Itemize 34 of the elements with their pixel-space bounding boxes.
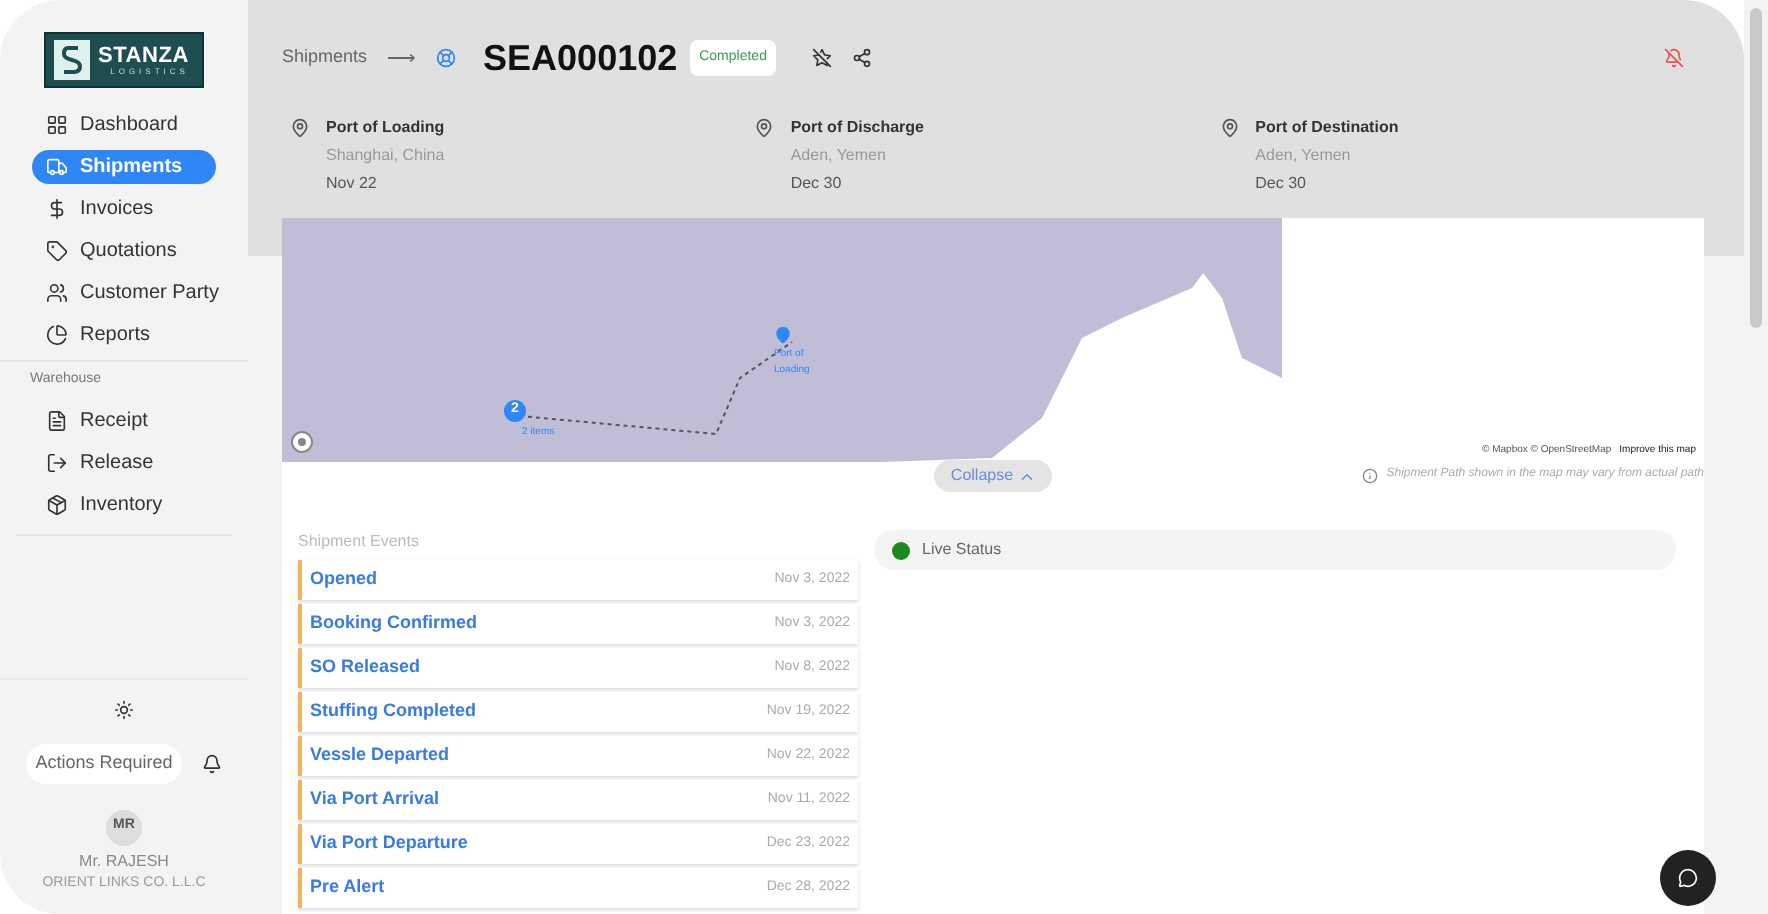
event-name: Vessle Departed — [310, 742, 450, 769]
logo-name: STANZA — [98, 45, 189, 67]
event-name: Stuffing Completed — [310, 698, 476, 725]
port-label: Port of Destination — [1255, 116, 1399, 140]
nav-item[interactable]: Dashboard — [32, 108, 216, 142]
port-place: Aden, Yemen — [1255, 144, 1353, 168]
nav-item[interactable]: Quotations — [32, 234, 216, 268]
breadcrumb-arrow: ⟶ — [387, 45, 416, 73]
port-place: Shanghai, China — [326, 144, 445, 168]
event-name: Opened — [310, 566, 378, 593]
nav-item[interactable]: Customer Party — [32, 276, 216, 310]
port-label: Port of Discharge — [790, 116, 925, 140]
event-name: Pre Alert — [310, 874, 385, 901]
event-name: Via Port Arrival — [310, 786, 440, 813]
nav-item[interactable]: Receipt — [32, 403, 216, 437]
port-date: Nov 22 — [326, 172, 379, 196]
nav-item[interactable]: Release — [32, 445, 216, 479]
port-date: Dec 30 — [790, 172, 844, 196]
events-title: Shipment Events — [298, 530, 421, 554]
event-name: Booking Confirmed — [310, 610, 477, 637]
user-name: Mr. RAJESH — [79, 849, 169, 873]
nav-item[interactable]: Invoices — [32, 192, 216, 226]
port-date: Dec 30 — [1255, 172, 1309, 196]
event-name: Via Port Departure — [310, 830, 468, 857]
actions-required-button[interactable]: Actions Required — [25, 743, 183, 783]
live-status-label: Live Status — [922, 538, 1002, 562]
event-name: SO Released — [310, 654, 421, 681]
nav-item[interactable]: Shipments — [32, 150, 216, 184]
port-label: Port of Loading — [326, 116, 445, 140]
nav-item[interactable]: Inventory — [32, 487, 216, 521]
nav-item[interactable]: Reports — [32, 318, 216, 352]
breadcrumb-link[interactable]: Shipments — [282, 44, 368, 72]
port-place: Aden, Yemen — [790, 144, 888, 168]
shipment-id: SEA000102 — [483, 35, 678, 81]
